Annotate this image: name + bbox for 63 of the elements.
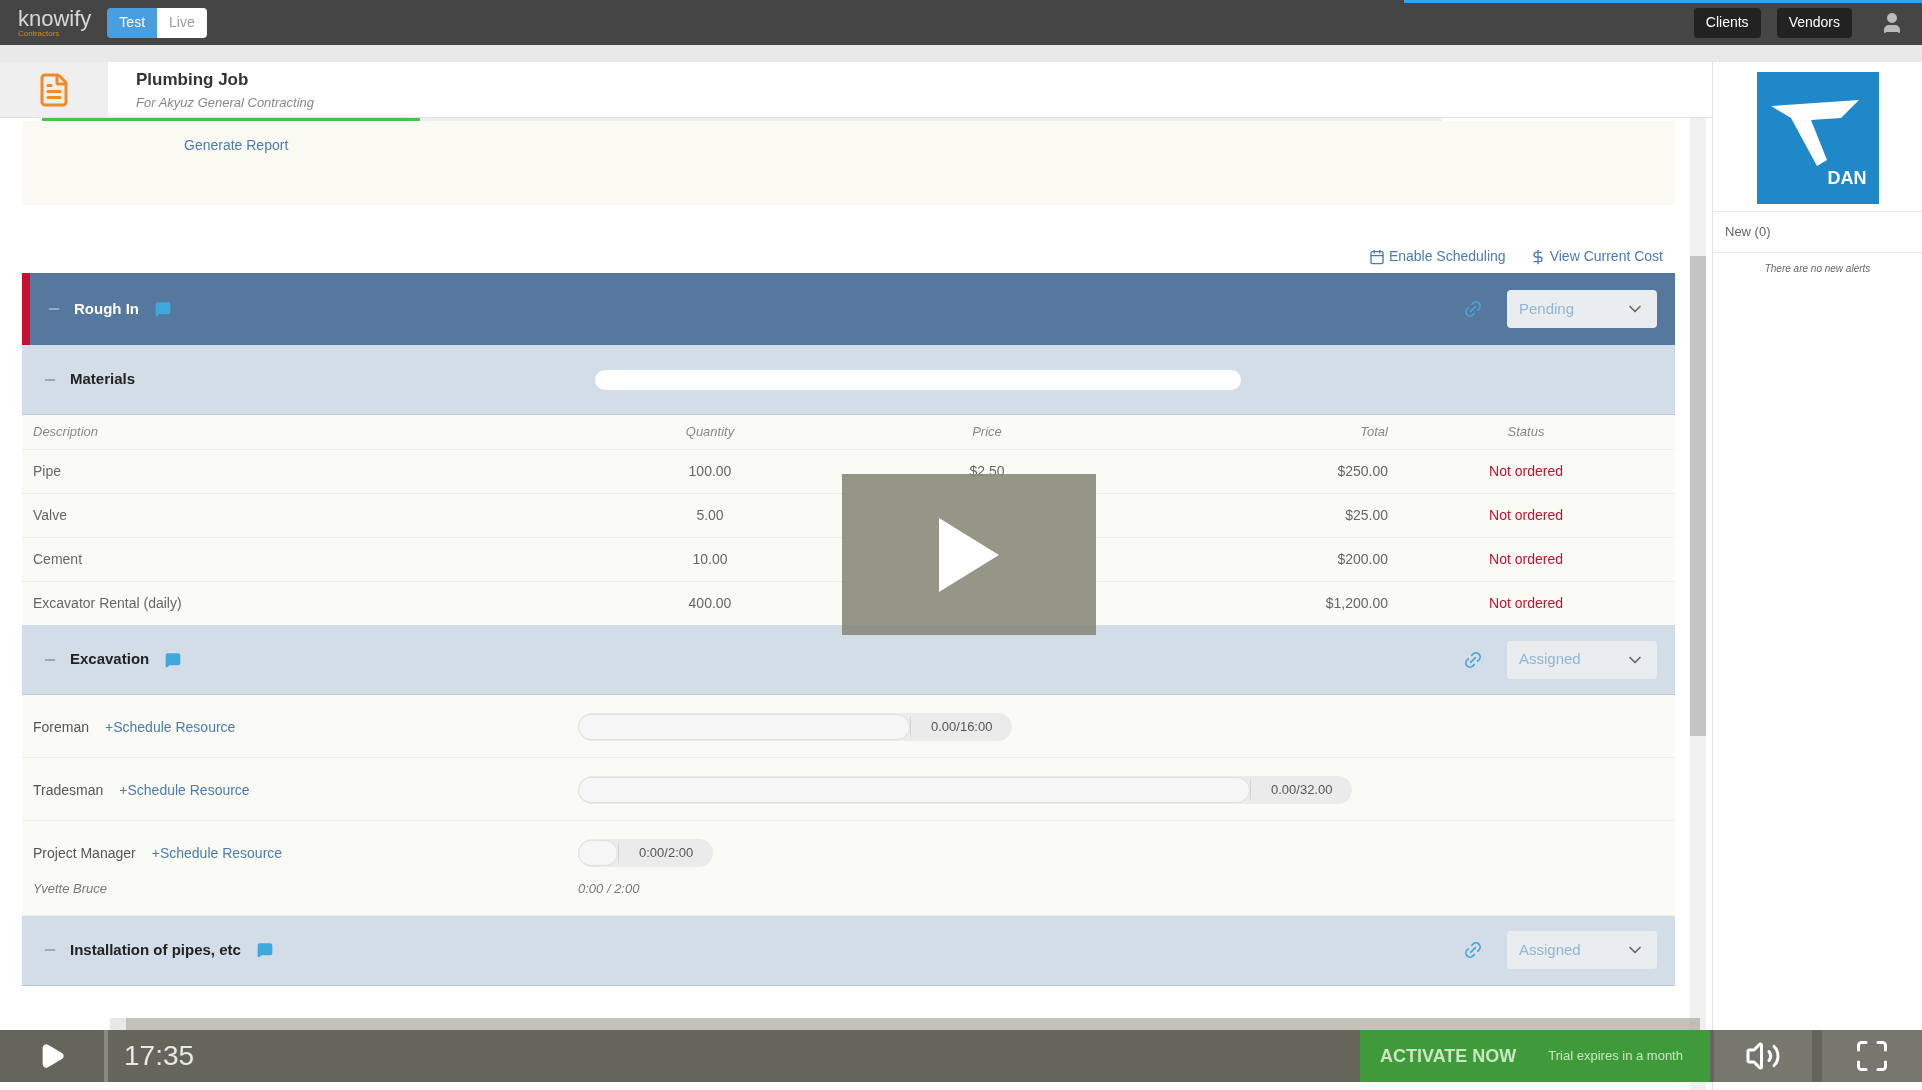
column-header: Description: [33, 423, 100, 442]
column-header: Quantity: [685, 423, 735, 442]
seek-track[interactable]: [110, 1018, 1700, 1030]
schedule-resource-link[interactable]: +Schedule Resource: [105, 716, 236, 738]
status-text: Not ordered: [1489, 594, 1563, 613]
comment-icon[interactable]: [256, 942, 273, 958]
play-icon: [939, 517, 999, 592]
comment-icon[interactable]: [165, 651, 182, 668]
role-label: Project Manager: [33, 843, 136, 863]
mode-tab[interactable]: Test: [107, 7, 158, 38]
status-text: Not ordered: [1489, 506, 1563, 525]
table-cell-text: 100.00: [688, 462, 732, 481]
alerts-tab[interactable]: New (0): [1713, 212, 1922, 253]
table-cell-text: 5.00: [696, 506, 724, 525]
table-cell-text: Pipe: [33, 462, 63, 481]
hours-reading: 0:00/2:00: [618, 843, 714, 863]
table-cell-text: $250.00: [1337, 462, 1388, 481]
mode-tab[interactable]: Live: [157, 7, 207, 38]
column-header: Total: [1360, 423, 1388, 442]
task-title: Installation of pipes, etc: [70, 939, 241, 960]
status-text: Not ordered: [1489, 550, 1563, 569]
action-link[interactable]: Enable Scheduling: [1368, 246, 1506, 267]
generate-report-link[interactable]: Generate Report: [184, 137, 289, 153]
table-cell-text: Cement: [33, 550, 84, 569]
logo[interactable]: knowify: [18, 7, 92, 30]
scrollbar-thumb[interactable]: [1690, 256, 1706, 736]
assignee-name: Yvette Bruce: [33, 880, 108, 898]
schedule-resource-link[interactable]: +Schedule Resource: [119, 779, 250, 801]
activate-button[interactable]: ACTIVATE NOW: [1380, 1042, 1517, 1070]
calendar-icon: [1368, 248, 1385, 265]
table-cell-text: $1,200.00: [1325, 594, 1388, 613]
table-cell-text: 400.00: [688, 594, 732, 613]
status-text: Not ordered: [1489, 462, 1563, 481]
fullscreen-button[interactable]: [1822, 1030, 1922, 1082]
column-header: Price: [972, 423, 1002, 442]
table-cell-text: Excavator Rental (daily): [33, 594, 183, 613]
logo-text: DAN: [1827, 167, 1867, 190]
action-link[interactable]: View Current Cost: [1529, 246, 1663, 267]
table-cell-text: $200.00: [1337, 550, 1388, 569]
comment-icon[interactable]: [155, 301, 171, 317]
time-display: 17:35: [124, 1039, 195, 1073]
task-title: Excavation: [70, 649, 150, 670]
fullscreen-icon: [1854, 1038, 1890, 1074]
empty-message: There are no new alerts: [1763, 261, 1872, 276]
column-header: Status: [1507, 423, 1545, 442]
role-label: Foreman: [33, 717, 90, 737]
job-title: Plumbing Job: [136, 69, 250, 91]
phase-title: Rough In: [74, 298, 139, 319]
table-cell-text: Valve: [33, 506, 68, 525]
volume-button[interactable]: [1714, 1030, 1812, 1082]
nav-button[interactable]: Clients: [1693, 7, 1761, 38]
job-subtitle: For Akyuz General Contracting: [136, 93, 314, 112]
hours-reading: 0.00/32.00: [1250, 780, 1353, 800]
table-cell-text: $25.00: [1345, 506, 1388, 525]
task-title: Materials: [70, 369, 136, 390]
role-label: Tradesman: [33, 780, 104, 800]
table-cell-text: 10.00: [692, 550, 728, 569]
nav-button[interactable]: Vendors: [1776, 7, 1852, 38]
logo-subtitle: Contractors: [18, 29, 60, 38]
trial-notice: Trial expires in a month: [1548, 1047, 1683, 1066]
assignee-hours: 0:00 / 2:00: [578, 880, 640, 898]
schedule-resource-link[interactable]: +Schedule Resource: [151, 842, 283, 864]
hours-reading: 0.00/16:00: [910, 717, 1013, 737]
